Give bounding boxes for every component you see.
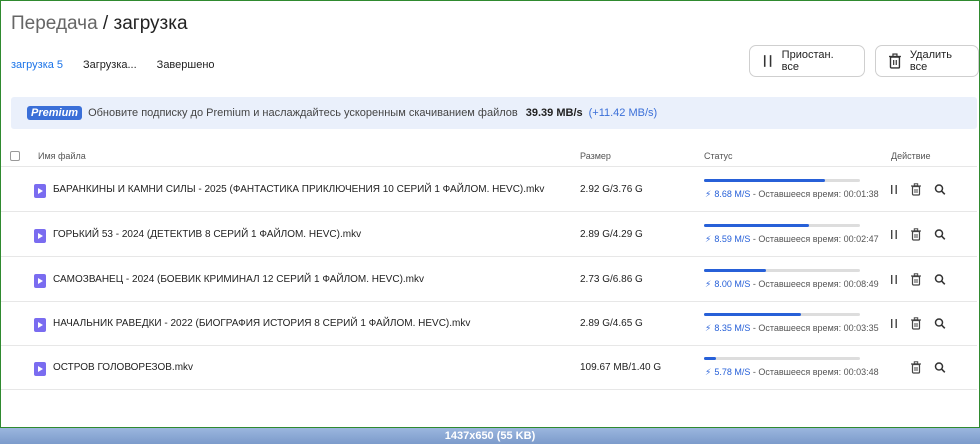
file-name: ОСТРОВ ГОЛОВОРЕЗОВ.mkv [53,362,194,373]
image-info-text: 1437x650 (55 KB) [444,430,536,442]
remaining-time: - Оставшееся время: 00:03:35 [750,323,879,333]
progress-fill [704,224,809,227]
image-info-bar: 1437x650 (55 KB) [0,428,980,444]
delete-all-label: Удалить все [909,49,952,73]
remaining-time: - Оставшееся время: 00:03:48 [750,367,879,377]
premium-banner-text: Обновите подписку до Premium и наслаждай… [88,107,518,119]
tab-downloading-label: Загрузка... [83,59,137,71]
trash-icon [888,53,901,69]
tab-bar: загрузка 5 Загрузка... Завершено [11,59,215,71]
table-row[interactable]: САМОЗВАНЕЦ - 2024 (БОЕВИК КРИМИНАЛ 12 СЕ… [1,258,977,302]
speed-boost: (+11.42 MB/s) [588,107,658,119]
pause-icon[interactable] [888,273,900,286]
breadcrumb-transfer[interactable]: Передача [11,13,98,34]
table-row[interactable]: НАЧАЛЬНИК РАВЕДКИ - 2022 (БИОГРАФИЯ ИСТО… [1,302,977,346]
video-file-icon [34,184,46,198]
trash-icon[interactable] [910,183,922,196]
trash-icon[interactable] [910,317,922,330]
download-progress-bar [704,224,860,227]
premium-banner[interactable]: Premium Обновите подписку до Premium и н… [11,97,977,129]
download-progress-bar [704,357,860,360]
trash-icon[interactable] [910,361,922,374]
tab-download[interactable]: загрузка 5 [11,59,63,71]
download-status: ⚡ 8.00 M/S - Оставшееся время: 00:08:49 [705,279,879,290]
column-header-name: Имя файла [38,151,86,161]
column-header-status: Статус [704,151,733,161]
bolt-icon: ⚡ [705,367,712,377]
progress-fill [704,179,826,182]
download-rate: 8.59 M/S [714,234,751,244]
bolt-icon: ⚡ [705,234,712,244]
bolt-icon: ⚡ [705,189,712,199]
download-progress-bar [704,313,860,316]
delete-all-button[interactable]: Удалить все [875,45,979,77]
progress-fill [704,313,801,316]
video-file-icon [34,362,46,376]
page-title: Передача / загрузка [11,13,188,35]
download-rate: 5.78 M/S [714,367,751,377]
remaining-time: - Оставшееся время: 00:01:38 [750,189,879,199]
premium-badge: Premium [27,106,83,120]
table-row[interactable]: ГОРЬКИЙ 53 - 2024 (ДЕТЕКТИВ 8 СЕРИЙ 1 ФА… [1,213,977,257]
table-header: Имя файла Размер Статус Действие [1,147,977,167]
remaining-time: - Оставшееся время: 00:08:49 [750,279,879,289]
pause-all-button[interactable]: Приостан. все [749,45,865,77]
file-size: 2.89 G/4.65 G [580,318,643,329]
download-status: ⚡ 8.68 M/S - Оставшееся время: 00:01:38 [705,189,879,200]
file-size: 2.89 G/4.29 G [580,229,643,240]
file-name: САМОЗВАНЕЦ - 2024 (БОЕВИК КРИМИНАЛ 12 СЕ… [53,274,425,285]
file-size: 109.67 MB/1.40 G [580,362,662,373]
video-file-icon [34,318,46,332]
download-status: ⚡ 5.78 M/S - Оставшееся время: 00:03:48 [705,367,879,378]
download-progress-bar [704,179,860,182]
file-name: БАРАНКИНЫ И КАМНИ СИЛЫ - 2025 (ФАНТАСТИК… [53,184,545,195]
breadcrumb-separator: / [97,13,114,34]
search-icon[interactable] [934,273,946,286]
trash-icon[interactable] [910,228,922,241]
breadcrumb-download: загрузка [113,13,188,34]
download-rate: 8.68 M/S [714,189,751,199]
current-speed: 39.39 MB/s [525,107,583,119]
search-icon[interactable] [934,228,946,241]
search-icon[interactable] [934,361,946,374]
column-header-size: Размер [580,151,611,161]
pause-icon [763,55,772,67]
remaining-time: - Оставшееся время: 00:02:47 [750,234,879,244]
tab-download-count: 5 [56,59,64,71]
progress-fill [704,357,716,360]
download-rate: 8.35 M/S [714,323,751,333]
file-name: НАЧАЛЬНИК РАВЕДКИ - 2022 (БИОГРАФИЯ ИСТО… [53,318,471,329]
pause-icon[interactable] [888,228,900,241]
file-size: 2.73 G/6.86 G [580,274,643,285]
download-status: ⚡ 8.35 M/S - Оставшееся время: 00:03:35 [705,323,879,334]
progress-fill [704,269,767,272]
table-row[interactable]: БАРАНКИНЫ И КАМНИ СИЛЫ - 2025 (ФАНТАСТИК… [1,168,977,212]
pause-icon[interactable] [888,183,900,196]
select-all-checkbox[interactable] [10,151,20,161]
tab-download-label: загрузка [11,59,54,71]
tab-completed-label: Завершено [156,59,215,71]
bolt-icon: ⚡ [705,323,712,333]
search-icon[interactable] [934,317,946,330]
tab-downloading[interactable]: Загрузка... [83,59,137,71]
download-status: ⚡ 8.59 M/S - Оставшееся время: 00:02:47 [705,234,879,245]
download-manager-window: Передача / загрузка загрузка 5 Загрузка..… [0,0,980,428]
video-file-icon [34,229,46,243]
column-header-action: Действие [891,151,931,161]
pause-all-label: Приостан. все [781,49,834,73]
file-name: ГОРЬКИЙ 53 - 2024 (ДЕТЕКТИВ 8 СЕРИЙ 1 ФА… [53,229,362,240]
table-row[interactable]: ОСТРОВ ГОЛОВОРЕЗОВ.mkv 109.67 MB/1.40 G ⚡ 5… [1,346,977,390]
tab-completed[interactable]: Завершено [157,59,215,71]
trash-icon[interactable] [910,273,922,286]
file-size: 2.92 G/3.76 G [580,184,643,195]
download-rate: 8.00 M/S [714,279,751,289]
video-file-icon [34,274,46,288]
search-icon[interactable] [934,183,946,196]
download-progress-bar [704,269,860,272]
pause-icon[interactable] [888,317,900,330]
bolt-icon: ⚡ [705,279,712,289]
